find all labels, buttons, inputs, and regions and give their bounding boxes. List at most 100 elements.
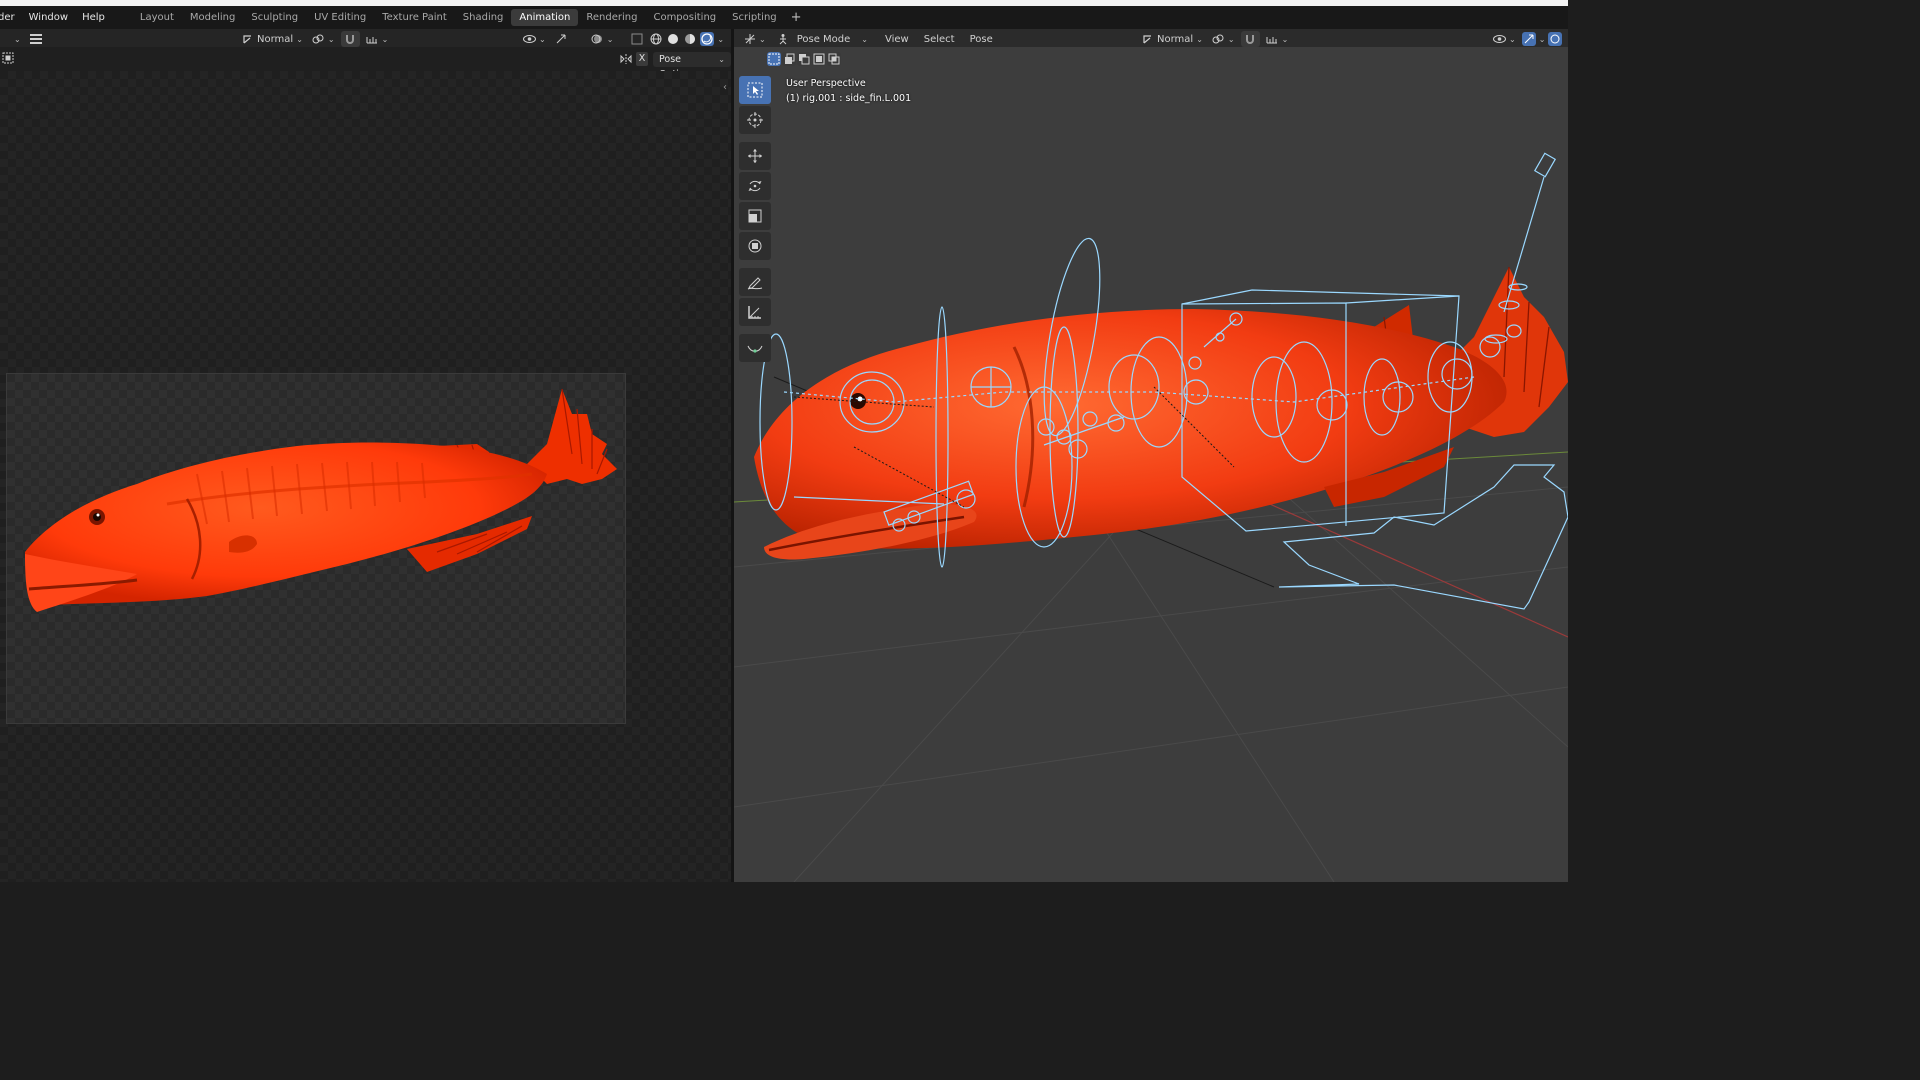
tab-rendering[interactable]: Rendering — [578, 9, 645, 26]
tool-measure[interactable] — [739, 298, 771, 326]
left-header-right: ⌄ ⌄ ⌄ — [520, 30, 724, 48]
collapse-sidebar-icon[interactable]: ‹ — [723, 82, 727, 93]
chevron-down-icon: ⌄ — [1281, 34, 1289, 44]
select-intersect-button[interactable] — [827, 52, 841, 66]
select-new-icon — [768, 53, 780, 65]
menu-select[interactable]: Select — [921, 31, 958, 47]
chevron-down-icon: ⌄ — [539, 34, 546, 44]
editor-type-dropdown[interactable]: ⌄ — [740, 31, 769, 47]
viewport-info-overlay: User Perspective (1) rig.001 : side_fin.… — [786, 77, 911, 106]
pivot-point-dropdown[interactable]: ⌄ — [1209, 31, 1238, 47]
right-header-left: ⌄ Pose Mode ⌄ View Select Pose — [740, 30, 996, 48]
transform-orientation-dropdown[interactable]: Normal ⌄ — [238, 31, 306, 47]
editor-type-chevron-icon[interactable]: ⌄ — [14, 35, 21, 44]
rendered-sphere-icon — [701, 33, 714, 45]
menu-window[interactable]: Window — [22, 6, 75, 29]
wireframe-sphere-icon — [650, 33, 662, 45]
add-workspace-button[interactable]: + — [785, 9, 808, 26]
left-editor-header: ⌄ Normal ⌄ ⌄ ⌄ ⌄ ⌄ ⌄ — [0, 29, 731, 47]
select-new-button[interactable] — [767, 52, 781, 66]
visibility-dropdown[interactable]: ⌄ — [520, 31, 549, 47]
tool-select-box[interactable] — [739, 76, 771, 104]
select-mode-icon[interactable] — [2, 52, 14, 64]
shading-solid-button[interactable] — [666, 32, 680, 46]
viewport-scene — [734, 152, 1568, 882]
chevron-down-icon: ⌄ — [718, 55, 725, 64]
select-invert-button[interactable] — [812, 52, 826, 66]
gizmo-toggle[interactable] — [552, 31, 571, 47]
shading-options-chevron-icon[interactable]: ⌄ — [717, 35, 724, 44]
eye-icon — [1493, 33, 1506, 46]
select-subtract-button[interactable] — [797, 52, 811, 66]
snap-target-dropdown[interactable]: ⌄ — [1263, 31, 1292, 47]
mode-dropdown[interactable]: Pose Mode ⌄ — [774, 31, 871, 47]
tab-sculpting[interactable]: Sculpting — [243, 9, 306, 26]
orientation-icon — [1141, 33, 1154, 46]
chevron-down-icon: ⌄ — [759, 34, 766, 44]
tool-rotate[interactable] — [739, 172, 771, 200]
mirror-icon[interactable] — [620, 53, 632, 65]
overlay-icon — [1550, 34, 1560, 44]
mode-label: Pose Mode — [796, 33, 851, 45]
pose-options-dropdown[interactable]: Pose Options ⌄ — [653, 52, 731, 80]
snap-toggle[interactable] — [1240, 31, 1260, 47]
shading-rendered-button[interactable] — [700, 32, 715, 46]
gizmo-options-chevron-icon[interactable]: ⌄ — [1539, 35, 1546, 44]
gizmo-icon — [555, 33, 568, 46]
3d-viewport[interactable] — [734, 47, 1568, 882]
chevron-down-icon: ⌄ — [1196, 34, 1203, 44]
tab-texture-paint[interactable]: Texture Paint — [374, 9, 455, 26]
cursor-icon — [747, 112, 763, 128]
hamburger-menu-icon[interactable] — [30, 33, 43, 46]
snap-toggle[interactable] — [340, 31, 360, 47]
visibility-dropdown[interactable]: ⌄ — [1490, 31, 1519, 47]
transform-orientation-dropdown[interactable]: Normal ⌄ — [1138, 31, 1206, 47]
select-invert-icon — [813, 53, 825, 65]
fish-mesh[interactable] — [754, 266, 1568, 560]
tool-cursor[interactable] — [739, 106, 771, 134]
menu-pose[interactable]: Pose — [967, 31, 996, 47]
left-render-preview[interactable] — [0, 71, 731, 882]
overlay-toggle[interactable]: ⌄ — [588, 31, 617, 47]
select-extend-button[interactable] — [782, 52, 796, 66]
tab-shading[interactable]: Shading — [455, 9, 512, 26]
gizmo-toggle[interactable] — [1521, 32, 1536, 46]
tab-scripting[interactable]: Scripting — [724, 9, 784, 26]
pivot-icon — [1212, 33, 1225, 46]
xray-toggle[interactable] — [627, 31, 646, 47]
chevron-down-icon: ⌄ — [1227, 34, 1235, 44]
tool-transform[interactable] — [739, 232, 771, 260]
select-intersect-icon — [828, 53, 840, 65]
snap-target-dropdown[interactable]: ⌄ — [363, 31, 392, 47]
measure-ruler-icon — [748, 306, 761, 319]
pose-mode-icon — [777, 33, 790, 46]
chevron-down-icon: ⌄ — [327, 34, 335, 44]
right-header-right: ⌄ ⌄ — [1490, 30, 1563, 48]
tab-animation[interactable]: Animation — [511, 9, 579, 26]
tab-layout[interactable]: Layout — [132, 9, 182, 26]
rotate-icon — [748, 180, 762, 192]
select-box-icon — [747, 82, 763, 98]
tool-annotate[interactable] — [739, 268, 771, 296]
tab-modeling[interactable]: Modeling — [182, 9, 244, 26]
workspace-tabs: Layout Modeling Sculpting UV Editing Tex… — [132, 6, 808, 29]
tab-uv-editing[interactable]: UV Editing — [306, 9, 374, 26]
solid-sphere-icon — [668, 34, 679, 44]
mirror-x-toggle[interactable]: X — [636, 52, 648, 66]
tool-bone-curve[interactable] — [739, 334, 771, 362]
chevron-down-icon: ⌄ — [296, 34, 303, 44]
toolbar-gap — [739, 136, 771, 140]
tab-compositing[interactable]: Compositing — [645, 9, 724, 26]
shading-material-button[interactable] — [683, 32, 697, 46]
pivot-point-dropdown[interactable]: ⌄ — [309, 31, 338, 47]
viewport-perspective-label: User Perspective — [786, 78, 866, 89]
overlay-icon — [591, 33, 604, 46]
menu-help[interactable]: Help — [75, 6, 112, 29]
tool-scale[interactable] — [739, 202, 771, 230]
menu-view[interactable]: View — [882, 31, 912, 47]
chevron-down-icon: ⌄ — [606, 34, 614, 44]
menu-render[interactable]: der — [0, 6, 22, 29]
shading-wireframe-button[interactable] — [649, 32, 663, 46]
overlay-toggle[interactable] — [1548, 32, 1563, 46]
tool-move[interactable] — [739, 142, 771, 170]
